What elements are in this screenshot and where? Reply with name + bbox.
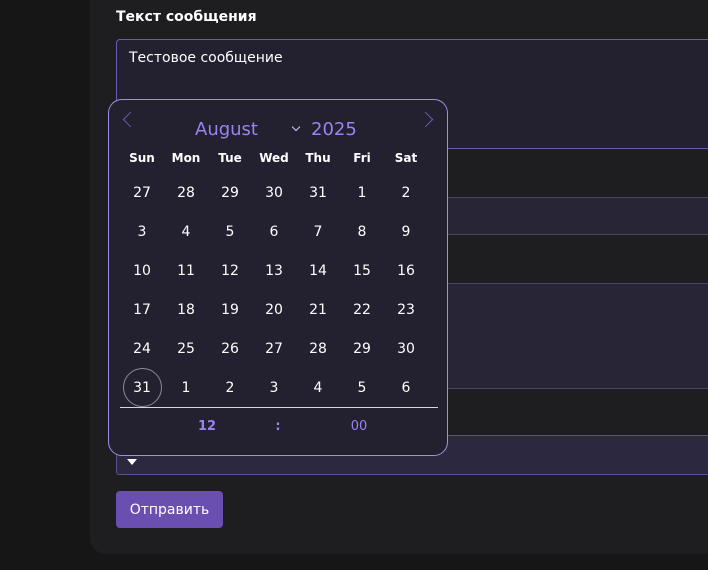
day-cell[interactable]: 4	[164, 212, 208, 251]
day-cell[interactable]: 20	[252, 290, 296, 329]
minute-input[interactable]: 00	[341, 419, 377, 434]
day-cell[interactable]: 17	[120, 290, 164, 329]
day-cell[interactable]: 1	[340, 173, 384, 212]
day-cell[interactable]: 25	[164, 329, 208, 368]
chevron-down-icon	[291, 122, 301, 132]
month-label: August	[195, 119, 258, 140]
day-cell[interactable]: 30	[252, 173, 296, 212]
weekday-label: Sat	[394, 151, 418, 165]
day-cell[interactable]: 2	[384, 173, 428, 212]
day-cell[interactable]: 5	[208, 212, 252, 251]
day-cell[interactable]: 23	[384, 290, 428, 329]
weekday-label: Sun	[129, 151, 155, 165]
weekday-label: Mon	[171, 151, 201, 165]
time-separator: :	[275, 419, 281, 434]
day-cell[interactable]: 9	[384, 212, 428, 251]
day-cell[interactable]: 4	[296, 368, 340, 407]
day-cell[interactable]: 6	[252, 212, 296, 251]
day-cell[interactable]: 6	[384, 368, 428, 407]
day-cell[interactable]: 26	[208, 329, 252, 368]
picker-caret-icon	[127, 459, 137, 465]
day-cell[interactable]: 30	[384, 329, 428, 368]
day-cell[interactable]: 11	[164, 251, 208, 290]
day-cell[interactable]: 10	[120, 251, 164, 290]
day-cell[interactable]: 22	[340, 290, 384, 329]
day-cell[interactable]: 1	[164, 368, 208, 407]
weekday-label: Tue	[218, 151, 242, 165]
day-cell[interactable]: 7	[296, 212, 340, 251]
day-cell[interactable]: 19	[208, 290, 252, 329]
message-value: Тестовое сообщение	[129, 50, 283, 66]
day-cell[interactable]: 28	[296, 329, 340, 368]
date-picker-popup: August 2025 Sun Mon Tue Wed Thu Fri Sat 27 28 29…	[108, 99, 448, 456]
day-cell[interactable]: 27	[120, 173, 164, 212]
day-cell[interactable]: 27	[252, 329, 296, 368]
day-cell[interactable]: 3	[252, 368, 296, 407]
weekday-header: Sun Mon Tue Wed Thu Fri Sat	[120, 151, 428, 169]
weekday-label: Fri	[353, 151, 371, 165]
day-cell[interactable]: 29	[340, 329, 384, 368]
next-month-icon[interactable]	[417, 111, 434, 128]
day-cell[interactable]: 24	[120, 329, 164, 368]
day-cell[interactable]: 3	[120, 212, 164, 251]
message-label: Текст сообщения	[116, 9, 257, 25]
day-cell[interactable]: 15	[340, 251, 384, 290]
day-cell[interactable]: 14	[296, 251, 340, 290]
day-cell[interactable]: 31	[296, 173, 340, 212]
divider	[120, 407, 438, 408]
day-cell[interactable]: 13	[252, 251, 296, 290]
day-cell[interactable]: 12	[208, 251, 252, 290]
day-cell[interactable]: 16	[384, 251, 428, 290]
day-cell[interactable]: 21	[296, 290, 340, 329]
previous-month-icon[interactable]	[122, 111, 139, 128]
weekday-label: Thu	[305, 151, 331, 165]
hour-input[interactable]: 12	[189, 419, 225, 434]
day-cell-selected[interactable]: 31	[122, 368, 162, 407]
year-input[interactable]: 2025	[311, 119, 357, 140]
weekday-label: Wed	[259, 151, 289, 165]
month-select[interactable]: August	[195, 118, 303, 142]
day-cell[interactable]: 29	[208, 173, 252, 212]
day-cell[interactable]: 2	[208, 368, 252, 407]
day-cell[interactable]: 5	[340, 368, 384, 407]
day-cell[interactable]: 28	[164, 173, 208, 212]
day-grid: 27 28 29 30 31 1 2 3 4 5 6 7 8 9 10 11 12 13 14 15 16 17 18 19 2…	[120, 173, 428, 407]
day-cell[interactable]: 18	[164, 290, 208, 329]
day-cell[interactable]: 8	[340, 212, 384, 251]
send-button[interactable]: Отправить	[116, 491, 223, 528]
